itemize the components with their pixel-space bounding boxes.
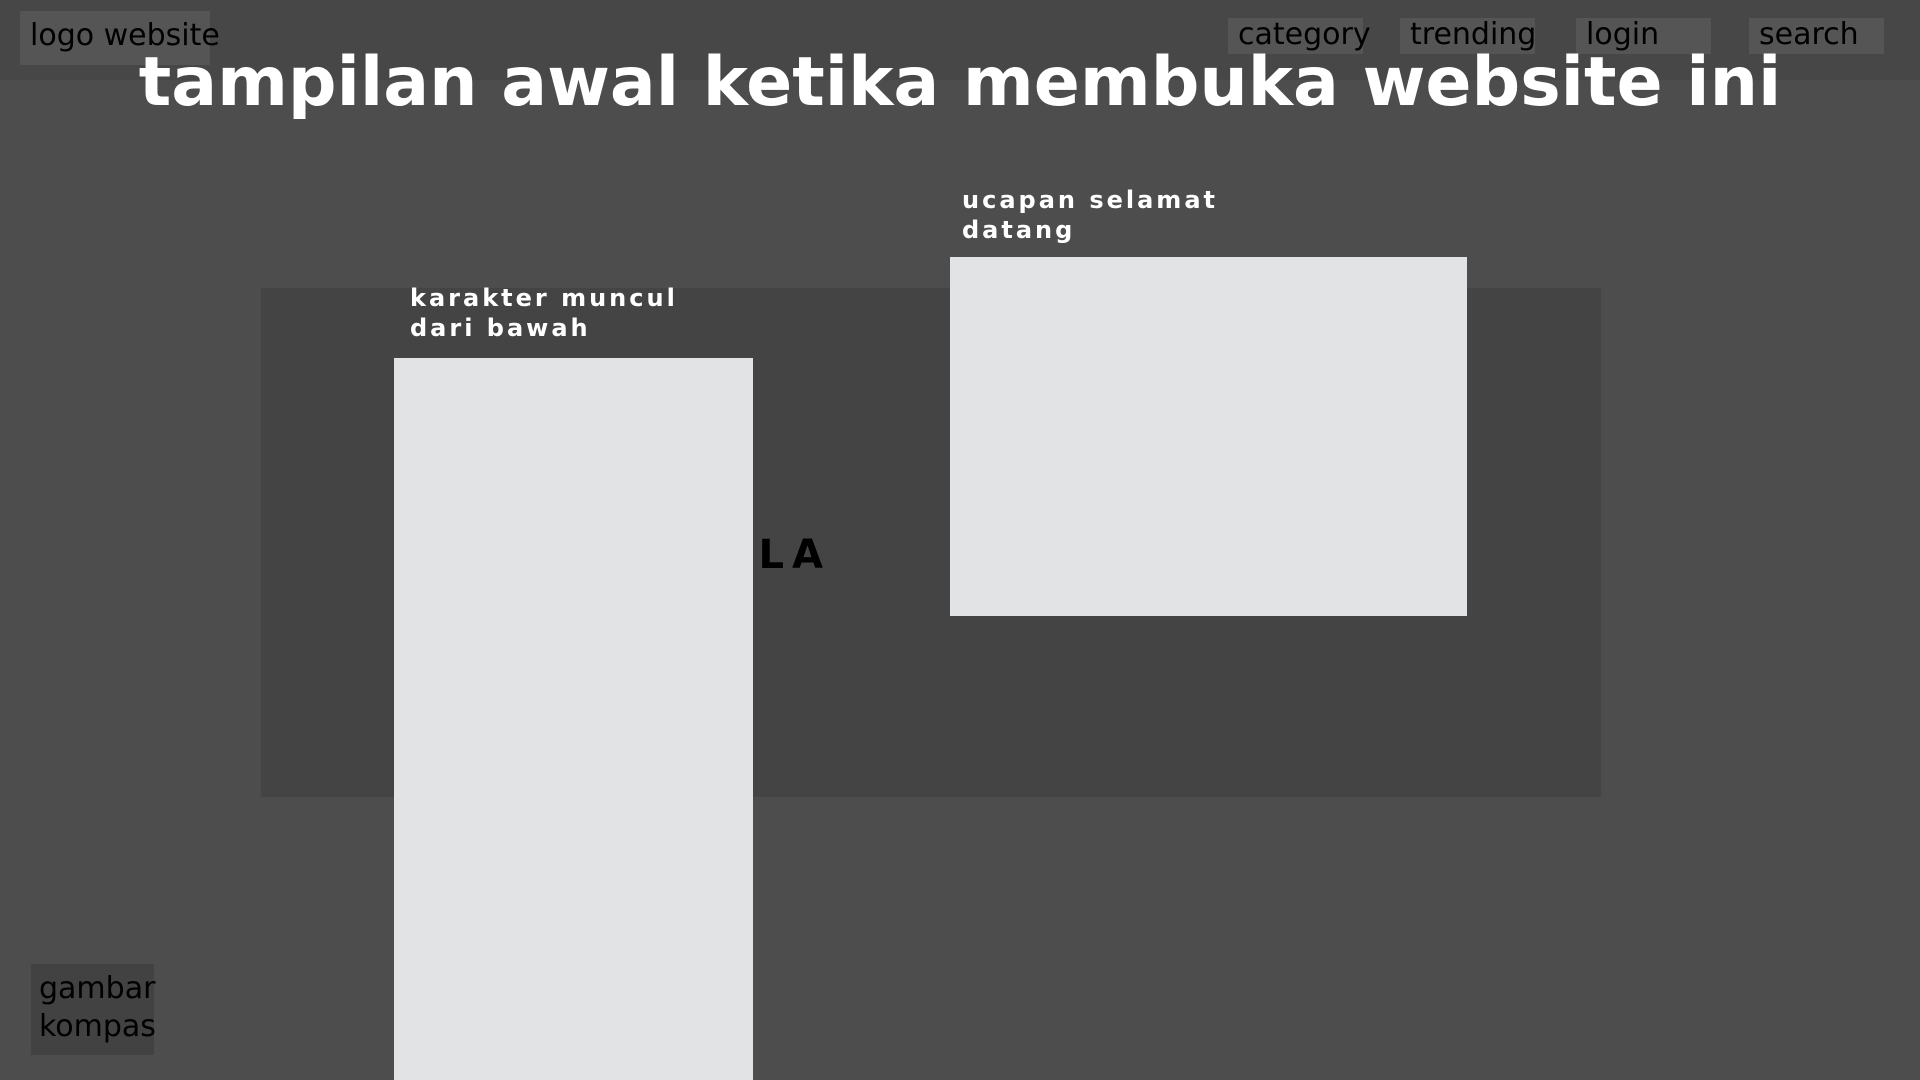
character-image-placeholder (394, 358, 753, 1080)
compass-image[interactable]: gambar kompas (31, 964, 156, 1055)
page: logo website category trending login sea… (0, 0, 1920, 1080)
character-caption: karakter muncul dari bawah (410, 284, 678, 342)
page-title: tampilan awal ketika membuka website ini (138, 43, 1782, 122)
welcome-message-placeholder (950, 257, 1467, 616)
welcome-caption: ucapan selamat datang (962, 186, 1218, 244)
